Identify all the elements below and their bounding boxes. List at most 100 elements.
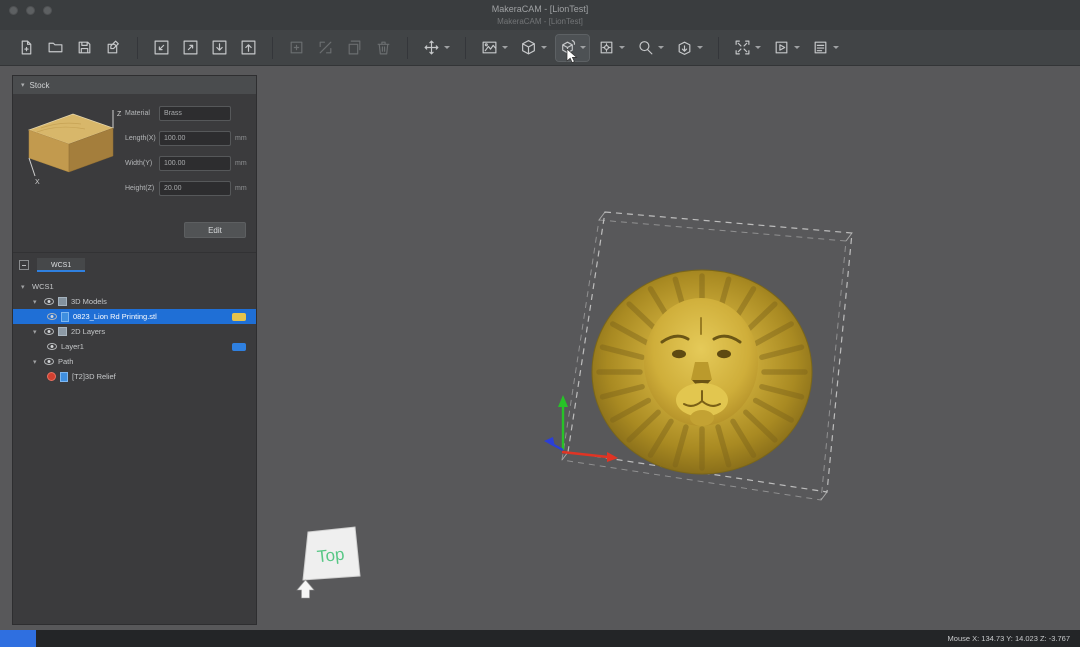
dropdown-caret-icon[interactable] xyxy=(755,46,761,49)
dropdown-caret-icon[interactable] xyxy=(697,46,703,49)
width-field-row: Width(Y) mm xyxy=(125,156,248,171)
length-label: Length(X) xyxy=(125,135,159,142)
height-unit: mm xyxy=(231,185,247,192)
dropdown-caret-icon[interactable] xyxy=(658,46,664,49)
export-vector-button[interactable] xyxy=(179,35,202,61)
title-bar: MakeraCAM - [LionTest] MakeraCAM - [Lion… xyxy=(0,0,1080,30)
duplicate-object-icon xyxy=(346,39,363,56)
stock-axis-x-label: X xyxy=(35,179,40,186)
zoom-region-button[interactable] xyxy=(634,35,667,61)
image-tool-button[interactable] xyxy=(478,35,511,61)
visibility-eye-icon[interactable] xyxy=(44,298,54,305)
width-input[interactable] xyxy=(159,156,231,171)
export-model-button[interactable] xyxy=(237,35,260,61)
model-file-icon xyxy=(61,312,69,322)
collapse-all-icon[interactable] xyxy=(19,260,29,270)
caret-down-icon[interactable]: ▾ xyxy=(33,298,40,306)
add-object-button xyxy=(285,35,308,61)
open-file-button[interactable] xyxy=(44,35,67,61)
caret-down-icon[interactable]: ▾ xyxy=(21,283,28,291)
transform-button[interactable] xyxy=(420,35,453,61)
toolbar-separator xyxy=(137,37,138,59)
dropdown-caret-icon[interactable] xyxy=(444,46,450,49)
stock-section-header[interactable]: ▾ Stock xyxy=(13,76,256,94)
tree-node-label: Layer1 xyxy=(61,342,84,351)
tree-node-2d-layers[interactable]: ▾ 2D Layers xyxy=(13,324,256,339)
dropdown-caret-icon[interactable] xyxy=(541,46,547,49)
mouse-position-readout: Mouse X: 134.73 Y: 14.023 Z: -3.767 xyxy=(948,634,1080,643)
tree-node-label: WCS1 xyxy=(32,282,54,291)
models-folder-icon xyxy=(58,297,67,306)
toolbar-separator xyxy=(465,37,466,59)
visibility-eye-icon[interactable] xyxy=(47,343,57,350)
dropdown-caret-icon[interactable] xyxy=(619,46,625,49)
path-file-icon xyxy=(60,372,68,382)
window-title: MakeraCAM - [LionTest] xyxy=(0,0,1080,14)
visibility-eye-icon[interactable] xyxy=(44,328,54,335)
export-vector-icon xyxy=(182,39,199,56)
minimize-window-button[interactable] xyxy=(26,6,35,15)
save-file-button[interactable] xyxy=(73,35,96,61)
tool-icon xyxy=(47,372,56,381)
image-tool-icon xyxy=(481,39,498,56)
window-subtitle: MakeraCAM - [LionTest] xyxy=(0,17,1080,26)
model-color-swatch[interactable] xyxy=(232,313,246,321)
view-cube-label: Top xyxy=(316,545,345,567)
tool-settings-button[interactable] xyxy=(595,35,628,61)
stock-preview: Z X xyxy=(21,102,125,212)
tree-node-3d-models[interactable]: ▾ 3D Models xyxy=(13,294,256,309)
toolbar-separator xyxy=(407,37,408,59)
material-field-row: Material xyxy=(125,106,248,121)
toolbar-separator xyxy=(272,37,273,59)
stock-preview-canvas: Z X xyxy=(21,102,125,212)
fit-view-button[interactable] xyxy=(731,35,764,61)
tree-node-path[interactable]: ▾ Path xyxy=(13,354,256,369)
new-file-icon xyxy=(18,39,35,56)
material-input[interactable] xyxy=(159,106,231,121)
zoom-window-button[interactable] xyxy=(43,6,52,15)
move-object-icon xyxy=(317,39,334,56)
view-cube[interactable]: Top xyxy=(297,527,360,598)
layer-color-swatch[interactable] xyxy=(232,343,246,351)
save-as-icon xyxy=(105,39,122,56)
import-vector-button[interactable] xyxy=(150,35,173,61)
chevron-down-icon: ▾ xyxy=(21,81,25,89)
tab-wcs1[interactable]: WCS1 xyxy=(37,258,85,272)
save-as-button[interactable] xyxy=(102,35,125,61)
move-object-button xyxy=(314,35,337,61)
visibility-eye-icon[interactable] xyxy=(47,313,57,320)
caret-down-icon[interactable]: ▾ xyxy=(33,358,40,366)
stock-axis-z-label: Z xyxy=(117,111,122,118)
tree-node-wcs1[interactable]: ▾ WCS1 xyxy=(13,279,256,294)
lion-model[interactable] xyxy=(592,270,812,474)
height-label: Height(Z) xyxy=(125,185,159,192)
dropdown-caret-icon[interactable] xyxy=(502,46,508,49)
export-output-button[interactable] xyxy=(673,35,706,61)
view-up-arrow-icon[interactable] xyxy=(297,580,314,598)
status-bar: Mouse X: 134.73 Y: 14.023 Z: -3.767 xyxy=(0,630,1080,647)
tool-settings-icon xyxy=(598,39,615,56)
model-edit-icon xyxy=(520,39,537,56)
delete-object-button xyxy=(372,35,395,61)
open-file-icon xyxy=(47,39,64,56)
dropdown-caret-icon[interactable] xyxy=(580,46,586,49)
height-input[interactable] xyxy=(159,181,231,196)
app-window: MakeraCAM - [LionTest] MakeraCAM - [Lion… xyxy=(0,0,1080,647)
tree-node-layer1[interactable]: Layer1 xyxy=(13,339,256,354)
caret-down-icon[interactable]: ▾ xyxy=(33,328,40,336)
tree-node-label: 0823_Lion Rd Printing.stl xyxy=(73,312,157,321)
new-file-button[interactable] xyxy=(15,35,38,61)
edit-stock-button[interactable]: Edit xyxy=(184,222,246,238)
import-model-button[interactable] xyxy=(208,35,231,61)
simulation-button[interactable] xyxy=(770,35,803,61)
dropdown-caret-icon[interactable] xyxy=(794,46,800,49)
close-window-button[interactable] xyxy=(9,6,18,15)
tree-node-3d-relief[interactable]: [T2]3D Relief xyxy=(13,369,256,384)
tree-node-lion-stl[interactable]: 0823_Lion Rd Printing.stl xyxy=(13,309,256,324)
export-output-icon xyxy=(676,39,693,56)
gcode-view-button[interactable] xyxy=(809,35,842,61)
visibility-eye-icon[interactable] xyxy=(44,358,54,365)
model-edit-button[interactable] xyxy=(517,35,550,61)
dropdown-caret-icon[interactable] xyxy=(833,46,839,49)
length-input[interactable] xyxy=(159,131,231,146)
